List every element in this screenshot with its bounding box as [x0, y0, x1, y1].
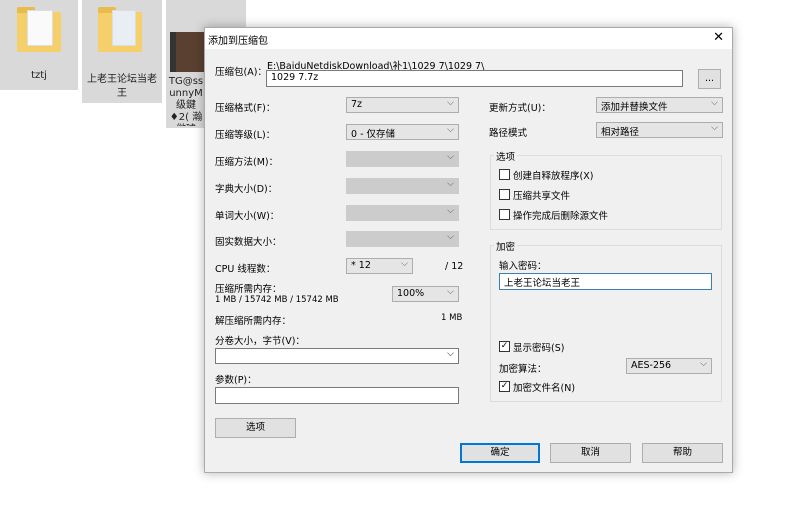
- word-select: ⌵: [346, 205, 459, 221]
- folder-icon: [98, 7, 142, 52]
- cpu-label: CPU 线程数：: [215, 264, 276, 275]
- level-select[interactable]: 0 - 仅存储 ⌵: [346, 124, 459, 140]
- ok-button[interactable]: 确定: [460, 443, 540, 463]
- browse-button[interactable]: ...: [698, 69, 721, 89]
- dict-label: 字典大小(D)：: [215, 184, 278, 195]
- volume-select[interactable]: ⌵: [215, 348, 459, 364]
- enc-method-label: 加密算法：: [499, 364, 547, 375]
- update-select[interactable]: 添加并替换文件 ⌵: [596, 97, 723, 113]
- word-label: 单词大小(W)：: [215, 211, 280, 222]
- video-file-icon: [170, 32, 206, 72]
- cpu-max: / 12: [445, 261, 464, 272]
- path-mode-select[interactable]: 相对路径 ⌵: [596, 122, 723, 138]
- encrypt-names-label: 加密文件名(N): [513, 383, 576, 394]
- format-value: 7z: [351, 99, 363, 110]
- options-group-label: 选项: [494, 149, 518, 163]
- dialog-title: 添加到压缩包: [208, 36, 268, 47]
- desktop-item-folder[interactable]: 上老王论坛当老王: [82, 0, 162, 103]
- mem-label: 压缩所需内存：: [215, 284, 282, 295]
- help-button[interactable]: 帮助: [642, 443, 723, 463]
- archive-name-input[interactable]: 1029 7.7z: [266, 70, 683, 87]
- cpu-select[interactable]: * 12 ⌵: [346, 258, 413, 274]
- title-bar: 添加到压缩包 ✕: [205, 28, 732, 49]
- mem-pct-select[interactable]: 100% ⌵: [392, 286, 459, 302]
- chevron-down-icon: ⌵: [447, 232, 454, 242]
- show-password-checkbox[interactable]: ✓: [499, 341, 510, 352]
- level-value: 0 - 仅存储: [351, 129, 396, 140]
- solid-select: ⌵: [346, 231, 459, 247]
- chevron-down-icon: ⌵: [711, 98, 718, 108]
- options-button[interactable]: 选项: [215, 418, 296, 438]
- chevron-down-icon: ⌵: [447, 206, 454, 216]
- volume-label: 分卷大小，字节(V)：: [215, 336, 305, 347]
- password-input[interactable]: 上老王论坛当老王: [499, 273, 712, 290]
- password-label: 输入密码：: [499, 261, 547, 272]
- chevron-down-icon: ⌵: [447, 152, 454, 162]
- mem-pct-value: 100%: [397, 288, 425, 299]
- shared-checkbox[interactable]: [499, 189, 510, 200]
- chevron-down-icon: ⌵: [447, 349, 454, 359]
- cancel-button[interactable]: 取消: [550, 443, 631, 463]
- cpu-value: * 12: [351, 260, 371, 271]
- encrypt-names-checkbox[interactable]: ✓: [499, 381, 510, 392]
- desktop-item-tztj[interactable]: tztj: [0, 0, 78, 90]
- enc-method-select[interactable]: AES-256 ⌵: [626, 358, 712, 374]
- desktop-item-label: 上老王论坛当老王: [87, 74, 157, 99]
- path-mode-label: 路径模式: [489, 128, 528, 139]
- format-label: 压缩格式(F)：: [215, 103, 276, 114]
- chevron-down-icon: ⌵: [447, 98, 454, 108]
- path-mode-value: 相对路径: [601, 127, 640, 138]
- chevron-down-icon: ⌵: [700, 359, 707, 369]
- chevron-down-icon: ⌵: [711, 123, 718, 133]
- chevron-down-icon: ⌵: [447, 125, 454, 135]
- method-label: 压缩方法(M)：: [215, 157, 279, 168]
- level-label: 压缩等级(L)：: [215, 130, 276, 141]
- enc-method-value: AES-256: [631, 360, 672, 371]
- add-to-archive-dialog: 添加到压缩包 ✕ 压缩包(A)： E:\BaiduNetdiskDownload…: [204, 27, 733, 473]
- desktop-item-label: tztj: [31, 70, 47, 81]
- decomp-value: 1 MB: [441, 313, 463, 323]
- chevron-down-icon: ⌵: [401, 259, 408, 269]
- update-value: 添加并替换文件: [601, 102, 668, 113]
- archive-label: 压缩包(A)：: [215, 67, 267, 78]
- sfx-label: 创建自释放程序(X): [513, 171, 594, 182]
- chevron-down-icon: ⌵: [447, 179, 454, 189]
- chevron-down-icon: ⌵: [447, 287, 454, 297]
- shared-label: 压缩共享文件: [513, 191, 571, 202]
- close-icon[interactable]: ✕: [713, 30, 724, 45]
- update-label: 更新方式(U)：: [489, 103, 551, 114]
- format-select[interactable]: 7z ⌵: [346, 97, 459, 113]
- delete-source-label: 操作完成后删除源文件: [513, 211, 609, 222]
- params-input[interactable]: [215, 387, 459, 404]
- show-password-label: 显示密码(S): [513, 343, 565, 354]
- decomp-label: 解压缩所需内存：: [215, 316, 292, 327]
- delete-source-checkbox[interactable]: [499, 209, 510, 220]
- desktop-item-label: TG@ss unnyM 级鍵♦2( 瀚傚璩: [168, 76, 204, 126]
- mem-value: 1 MB / 15742 MB / 15742 MB: [215, 295, 339, 305]
- params-label: 参数(P)：: [215, 375, 257, 386]
- dict-select: ⌵: [346, 178, 459, 194]
- encryption-group-label: 加密: [494, 239, 518, 253]
- solid-label: 固实数据大小：: [215, 237, 282, 248]
- folder-icon: [17, 7, 61, 52]
- method-select: ⌵: [346, 151, 459, 167]
- sfx-checkbox[interactable]: [499, 169, 510, 180]
